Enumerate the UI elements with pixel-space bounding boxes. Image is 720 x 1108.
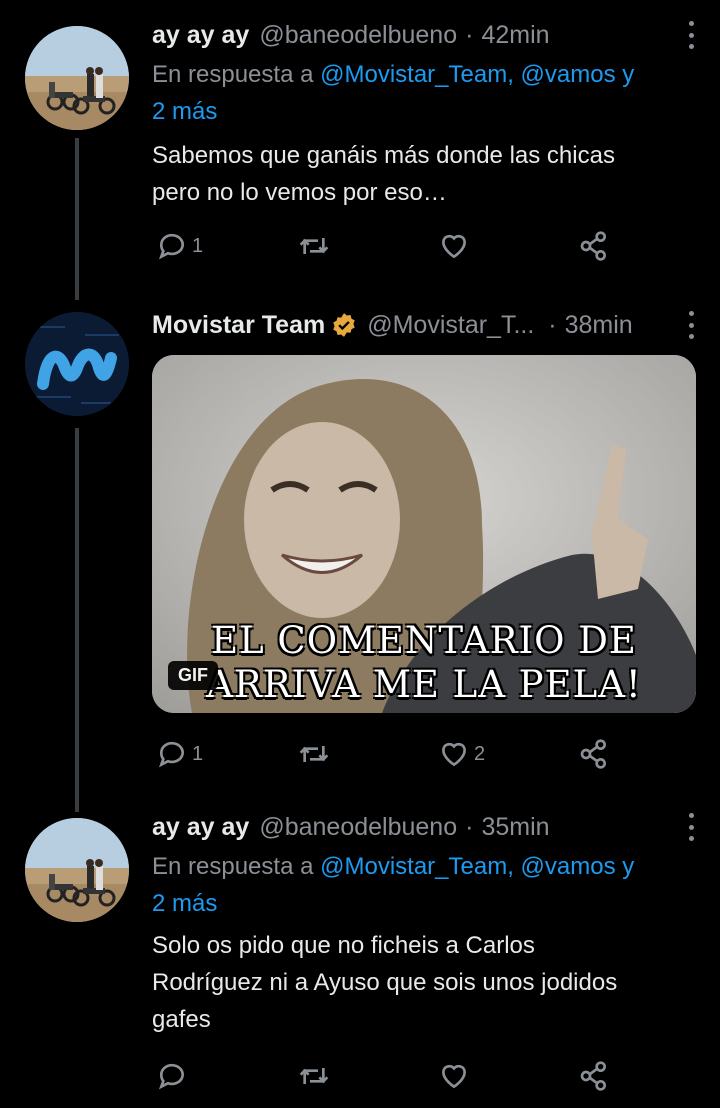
separator: · bbox=[548, 310, 557, 339]
like-button[interactable] bbox=[438, 226, 470, 266]
reply-button[interactable]: 1 bbox=[156, 226, 203, 266]
reply-icon bbox=[158, 1063, 184, 1090]
share-button[interactable] bbox=[578, 734, 610, 774]
tweet-text: Solo os pido que no ficheis a Carlos Rod… bbox=[152, 927, 692, 1038]
like-icon bbox=[441, 1064, 467, 1089]
more-icon[interactable] bbox=[686, 311, 696, 339]
reply-count: 1 bbox=[192, 234, 204, 257]
avatar[interactable] bbox=[25, 312, 129, 416]
action-bar: 1 2 bbox=[152, 734, 622, 774]
share-icon bbox=[580, 739, 606, 769]
author-name[interactable]: Movistar Team bbox=[152, 311, 325, 340]
author-name[interactable]: ay ay ay bbox=[152, 813, 249, 842]
reply-prefix: En respuesta a bbox=[152, 853, 314, 880]
timestamp[interactable]: 35min bbox=[481, 813, 549, 842]
author-handle[interactable]: @baneodelbueno bbox=[259, 813, 457, 842]
like-icon bbox=[441, 742, 467, 767]
avatar[interactable] bbox=[25, 818, 129, 922]
action-bar: 1 bbox=[152, 226, 622, 266]
share-icon bbox=[580, 231, 606, 261]
reply-button[interactable]: 1 bbox=[156, 734, 203, 774]
tweet-text-line: pero no lo vemos por eso… bbox=[152, 179, 447, 206]
reply-more-link[interactable]: 2 más bbox=[152, 98, 217, 125]
retweet-icon bbox=[299, 238, 329, 254]
author-handle[interactable]: @Movistar_T... bbox=[367, 311, 534, 340]
reply-count: 1 bbox=[192, 742, 204, 765]
gif-caption-line1: EL COMENTARIO DE bbox=[211, 619, 637, 662]
gif-caption-line2: ARRIVA ME LA PELA! bbox=[206, 663, 642, 706]
share-button[interactable] bbox=[578, 226, 610, 266]
reply-mentions[interactable]: @Movistar_Team, @vamos y bbox=[320, 61, 634, 88]
retweet-icon bbox=[299, 746, 329, 762]
author-name[interactable]: ay ay ay bbox=[152, 21, 249, 50]
like-button[interactable] bbox=[438, 1056, 470, 1096]
retweet-button[interactable] bbox=[298, 226, 330, 266]
tweet-1[interactable]: ay ay ay @baneodelbueno · 42min En respu… bbox=[0, 0, 720, 300]
retweet-button[interactable] bbox=[298, 734, 330, 774]
more-icon[interactable] bbox=[686, 21, 696, 49]
gif-media[interactable]: EL COMENTARIO DE ARRIVA ME LA PELA! GIF bbox=[152, 355, 696, 713]
avatar[interactable] bbox=[25, 26, 129, 130]
author-handle[interactable]: @baneodelbueno bbox=[259, 21, 457, 50]
reply-more-link[interactable]: 2 más bbox=[152, 890, 217, 917]
retweet-button[interactable] bbox=[298, 1056, 330, 1096]
like-icon bbox=[441, 234, 467, 259]
verified-icon bbox=[331, 312, 357, 338]
tweet-text-line: Solo os pido que no ficheis a Carlos bbox=[152, 932, 535, 959]
gif-badge: GIF bbox=[168, 661, 218, 690]
timestamp[interactable]: 42min bbox=[481, 21, 549, 50]
tweet-3[interactable]: ay ay ay @baneodelbueno · 35min En respu… bbox=[0, 800, 720, 1108]
share-icon bbox=[580, 1061, 606, 1091]
action-bar bbox=[152, 1056, 622, 1096]
separator: · bbox=[465, 20, 474, 49]
like-button[interactable]: 2 bbox=[438, 734, 485, 774]
tweet-header: ay ay ay @baneodelbueno · 35min bbox=[152, 807, 696, 847]
tweet-header: ay ay ay @baneodelbueno · 42min bbox=[152, 15, 696, 55]
reply-context: En respuesta a @Movistar_Team, @vamos y … bbox=[152, 56, 692, 130]
reply-icon bbox=[158, 741, 184, 768]
reply-icon bbox=[158, 233, 184, 260]
like-count: 2 bbox=[474, 742, 486, 765]
reply-mentions[interactable]: @Movistar_Team, @vamos y bbox=[320, 853, 634, 880]
reply-context: En respuesta a @Movistar_Team, @vamos y … bbox=[152, 848, 692, 922]
tweet-header: Movistar Team @Movistar_T... · 38min bbox=[152, 305, 696, 345]
tweet-text-line: Sabemos que ganáis más donde las chicas bbox=[152, 142, 615, 169]
tweet-text: Sabemos que ganáis más donde las chicas … bbox=[152, 137, 692, 211]
tweet-text-line: gafes bbox=[152, 1006, 211, 1033]
separator: · bbox=[465, 812, 474, 841]
reply-prefix: En respuesta a bbox=[152, 61, 314, 88]
share-button[interactable] bbox=[578, 1056, 610, 1096]
more-icon[interactable] bbox=[686, 813, 696, 841]
tweet-text-line: Rodríguez ni a Ayuso que sois unos jodid… bbox=[152, 969, 618, 996]
timestamp[interactable]: 38min bbox=[565, 311, 633, 340]
reply-button[interactable] bbox=[156, 1056, 188, 1096]
retweet-icon bbox=[299, 1068, 329, 1084]
